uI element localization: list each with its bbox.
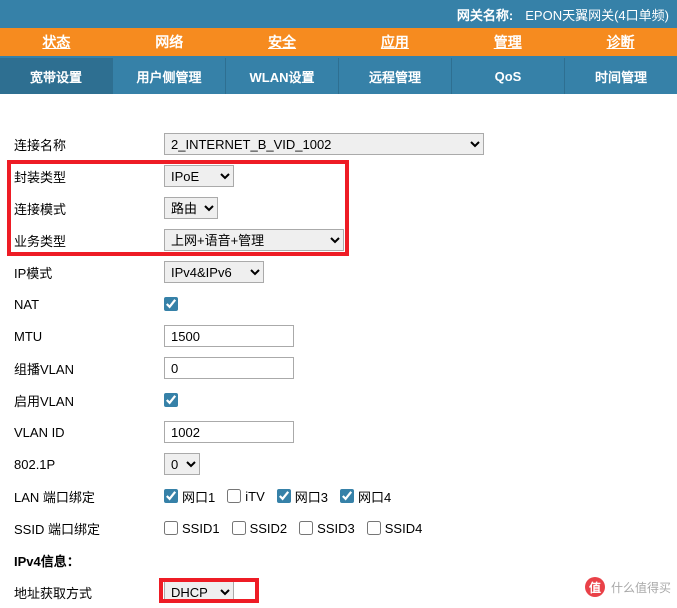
text-ssid3: SSID3 <box>317 521 355 536</box>
row-mc-vlan: 组播VLAN <box>14 352 677 384</box>
form-area: 连接名称 2_INTERNET_B_VID_1002 封装类型 IPoE 连接模… <box>0 94 677 608</box>
checkbox-ssid2[interactable] <box>232 521 246 535</box>
select-connection-name[interactable]: 2_INTERNET_B_VID_1002 <box>164 133 484 155</box>
label-nat: NAT <box>14 297 164 312</box>
row-vlan-enable: 启用VLAN <box>14 384 677 416</box>
row-biz-type: 业务类型 上网+语音+管理 <box>14 224 677 256</box>
row-connection-name: 连接名称 2_INTERNET_B_VID_1002 <box>14 128 677 160</box>
subnav-broadband[interactable]: 宽带设置 <box>0 58 113 94</box>
checkbox-nat[interactable] <box>164 297 178 311</box>
nav-network[interactable]: 网络 <box>113 28 226 56</box>
subnav-time[interactable]: 时间管理 <box>565 58 677 94</box>
nav-manage[interactable]: 管理 <box>451 28 564 56</box>
label-encap-type: 封装类型 <box>14 167 164 186</box>
label-mtu: MTU <box>14 329 164 344</box>
text-lan4: 网口4 <box>358 487 391 506</box>
header-strip: 网关名称: EPON天翼网关(4口单频) <box>0 0 677 28</box>
label-biz-type: 业务类型 <box>14 231 164 250</box>
nav-diag[interactable]: 诊断 <box>564 28 677 56</box>
subnav-userside[interactable]: 用户侧管理 <box>113 58 226 94</box>
subnav-qos[interactable]: QoS <box>452 58 565 94</box>
checkbox-lan1[interactable] <box>164 489 178 503</box>
label-8021p: 802.1P <box>14 457 164 472</box>
row-nat: NAT <box>14 288 677 320</box>
watermark: 值 什么值得买 <box>585 577 671 597</box>
input-mc-vlan[interactable] <box>164 357 294 379</box>
select-addr-mode[interactable]: DHCP <box>164 581 234 603</box>
text-ssid1: SSID1 <box>182 521 220 536</box>
checkbox-ssid3[interactable] <box>299 521 313 535</box>
row-conn-mode: 连接模式 路由 <box>14 192 677 224</box>
main-nav: 状态 网络 安全 应用 管理 诊断 <box>0 28 677 58</box>
text-itv: iTV <box>245 489 265 504</box>
text-ssid2: SSID2 <box>250 521 288 536</box>
row-8021p: 802.1P 0 <box>14 448 677 480</box>
row-vlan-id: VLAN ID <box>14 416 677 448</box>
watermark-logo-icon: 值 <box>585 577 605 597</box>
subnav-remote[interactable]: 远程管理 <box>339 58 452 94</box>
label-connection-name: 连接名称 <box>14 135 164 154</box>
select-encap-type[interactable]: IPoE <box>164 165 234 187</box>
text-ssid4: SSID4 <box>385 521 423 536</box>
gateway-name-value: EPON天翼网关(4口单频) <box>525 5 669 24</box>
label-ssid-bind: SSID 端口绑定 <box>14 519 164 538</box>
checkbox-ssid1[interactable] <box>164 521 178 535</box>
text-lan3: 网口3 <box>295 487 328 506</box>
label-conn-mode: 连接模式 <box>14 199 164 218</box>
row-encap-type: 封装类型 IPoE <box>14 160 677 192</box>
row-addr-mode: 地址获取方式 DHCP <box>14 576 677 608</box>
select-biz-type[interactable]: 上网+语音+管理 <box>164 229 344 251</box>
select-conn-mode[interactable]: 路由 <box>164 197 218 219</box>
row-ssid-bind: SSID 端口绑定 SSID1 SSID2 SSID3 SSID4 <box>14 512 677 544</box>
select-ip-mode[interactable]: IPv4&IPv6 <box>164 261 264 283</box>
nav-status[interactable]: 状态 <box>0 28 113 56</box>
row-mtu: MTU <box>14 320 677 352</box>
subnav-wlan[interactable]: WLAN设置 <box>226 58 339 94</box>
checkbox-vlan-enable[interactable] <box>164 393 178 407</box>
label-mc-vlan: 组播VLAN <box>14 359 164 378</box>
sub-nav: 宽带设置 用户侧管理 WLAN设置 远程管理 QoS 时间管理 <box>0 58 677 94</box>
label-vlan-id: VLAN ID <box>14 425 164 440</box>
input-vlan-id[interactable] <box>164 421 294 443</box>
text-lan1: 网口1 <box>182 487 215 506</box>
label-vlan-enable: 启用VLAN <box>14 391 164 410</box>
label-ip-mode: IP模式 <box>14 263 164 282</box>
row-ip-mode: IP模式 IPv4&IPv6 <box>14 256 677 288</box>
input-mtu[interactable] <box>164 325 294 347</box>
label-lan-bind: LAN 端口绑定 <box>14 487 164 506</box>
label-ipv4-info: IPv4信息： <box>14 551 164 570</box>
checkbox-lan4[interactable] <box>340 489 354 503</box>
row-lan-bind: LAN 端口绑定 网口1 iTV 网口3 网口4 <box>14 480 677 512</box>
watermark-text: 什么值得买 <box>611 579 671 596</box>
select-8021p[interactable]: 0 <box>164 453 200 475</box>
checkbox-itv[interactable] <box>227 489 241 503</box>
nav-app[interactable]: 应用 <box>338 28 451 56</box>
checkbox-lan3[interactable] <box>277 489 291 503</box>
row-ipv4-info: IPv4信息： <box>14 544 677 576</box>
gateway-name-label: 网关名称: <box>457 5 513 24</box>
checkbox-ssid4[interactable] <box>367 521 381 535</box>
label-addr-mode: 地址获取方式 <box>14 583 164 602</box>
nav-security[interactable]: 安全 <box>226 28 339 56</box>
